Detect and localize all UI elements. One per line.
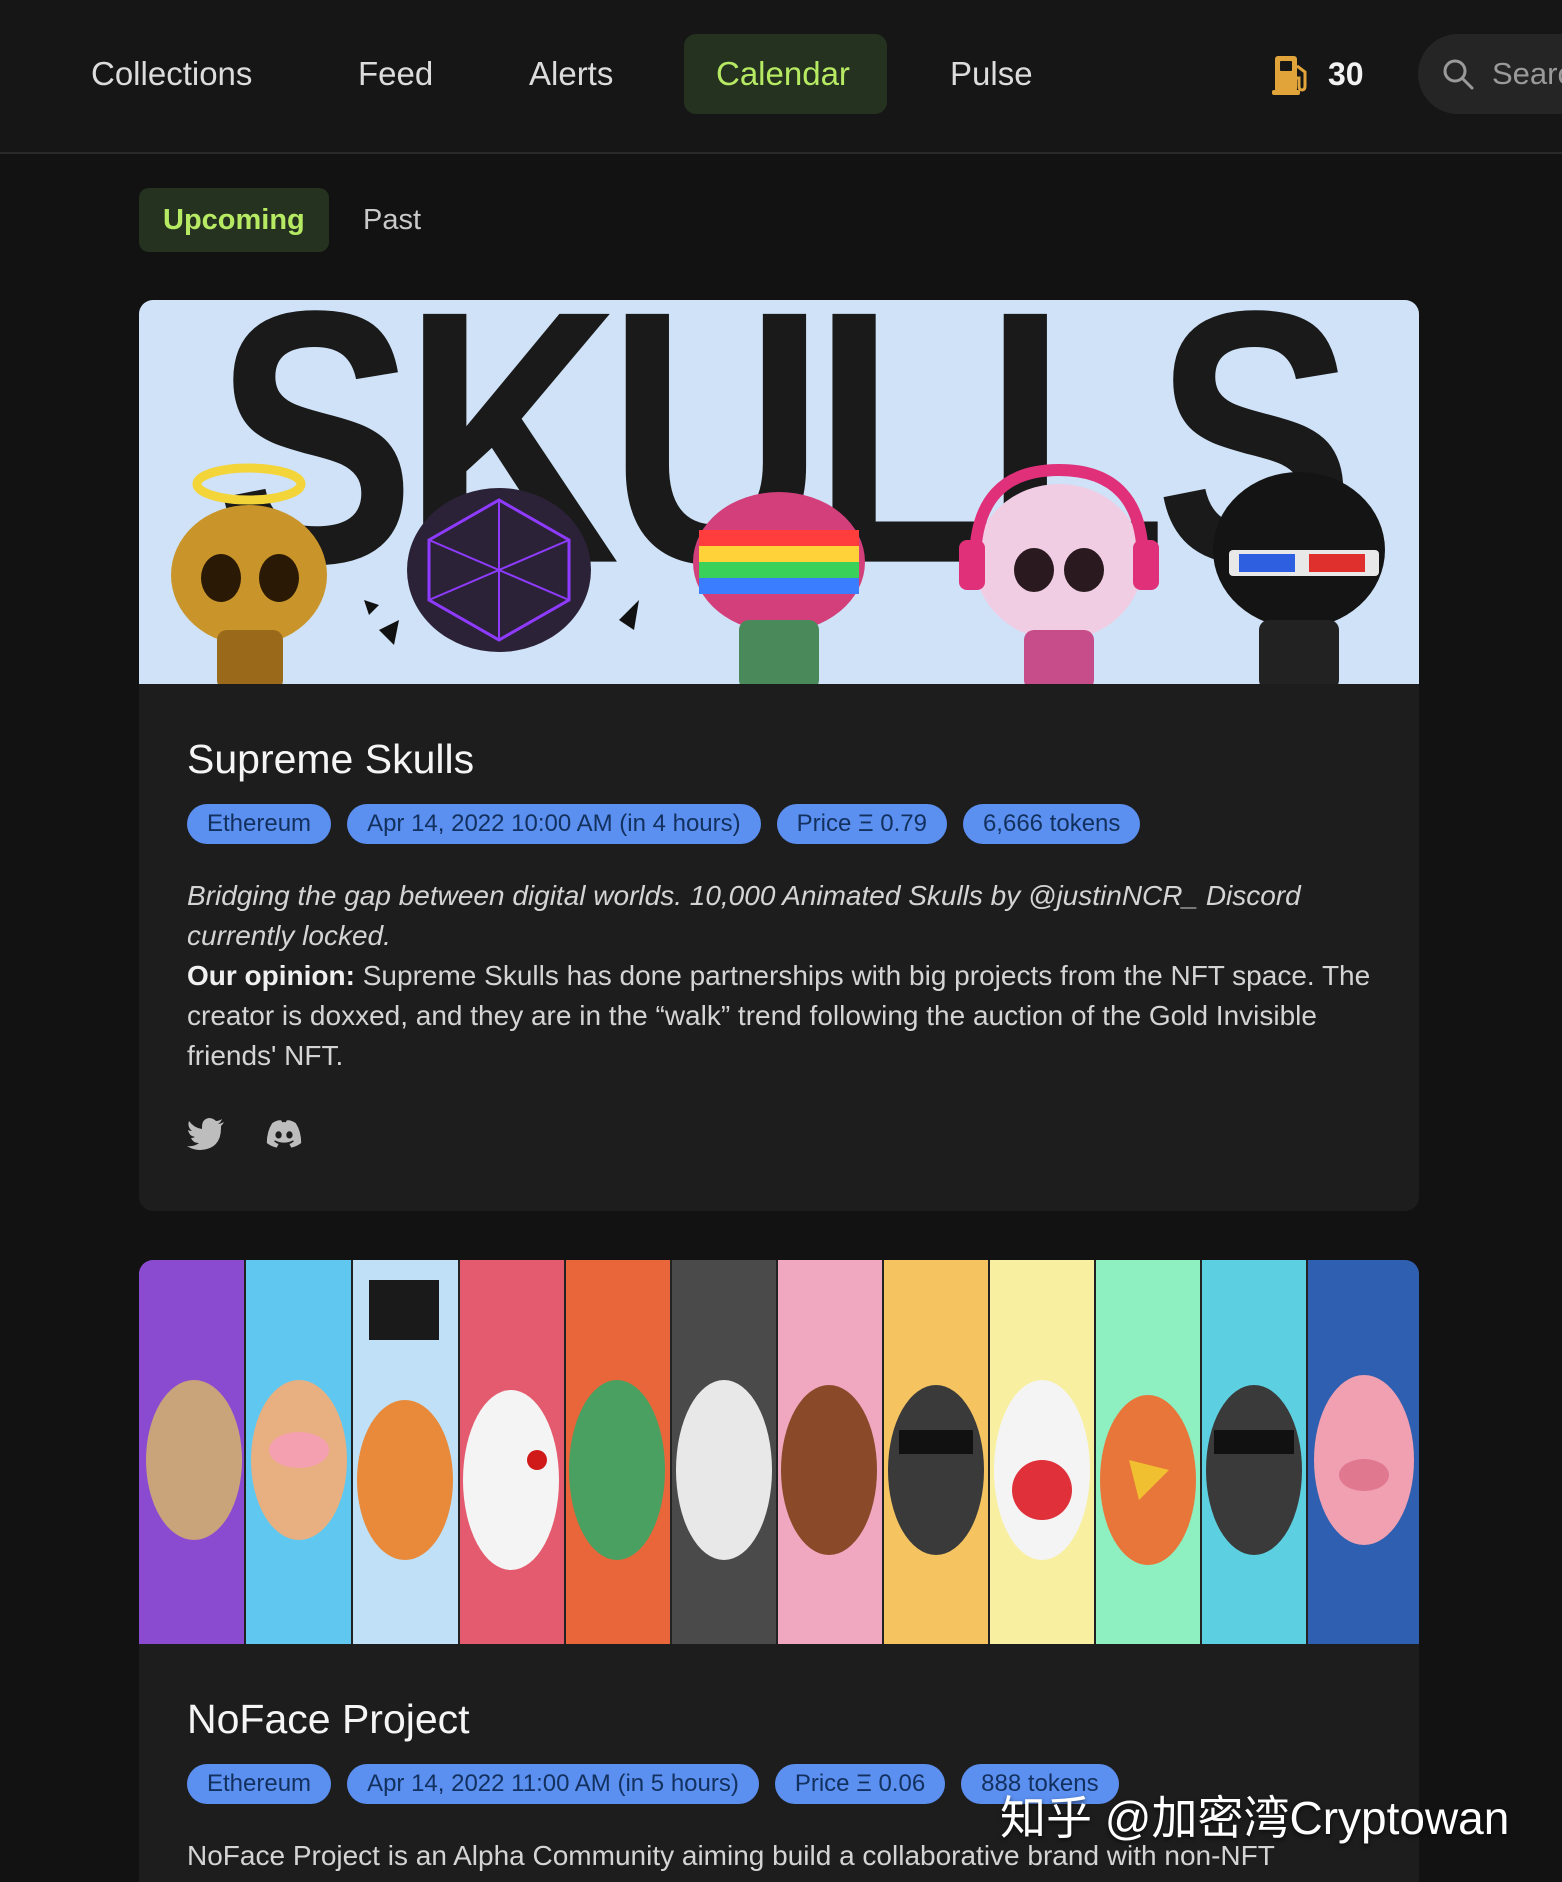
event-title[interactable]: NoFace Project	[187, 1696, 470, 1743]
event-banner	[139, 1260, 1419, 1644]
supply-badge: 6,666 tokens	[962, 804, 1141, 844]
watermark-text: 知乎 @加密湾Cryptowan	[1000, 1792, 1510, 1844]
event-card[interactable]: SKULLS Supreme Skulls Ethereum Apr 14, 2…	[139, 300, 1419, 1211]
opinion-text: Supreme Skulls has done partnerships wit…	[187, 960, 1371, 1071]
date-badge: Apr 14, 2022 11:00 AM (in 5 hours)	[347, 1764, 759, 1804]
nav-collections[interactable]: Collections	[91, 34, 252, 114]
price-badge: Price Ξ 0.06	[774, 1764, 946, 1804]
gas-value: 30	[1328, 55, 1364, 92]
search-icon	[1443, 59, 1474, 90]
top-navigation: Collections Feed Alerts Calendar Pulse 3…	[0, 0, 1562, 154]
social-links	[187, 1118, 303, 1150]
tab-past[interactable]: Past	[363, 188, 421, 252]
event-description: Bridging the gap between digital worlds.…	[187, 876, 1377, 1076]
nav-alerts[interactable]: Alerts	[529, 34, 613, 114]
opinion-label: Our opinion:	[187, 960, 355, 991]
gas-price-indicator[interactable]: 30	[1272, 52, 1364, 96]
event-badges: Ethereum Apr 14, 2022 10:00 AM (in 4 hou…	[187, 804, 1141, 844]
event-opinion: Our opinion: Supreme Skulls has done par…	[187, 956, 1377, 1076]
twitter-icon[interactable]	[187, 1118, 225, 1150]
date-badge: Apr 14, 2022 10:00 AM (in 4 hours)	[347, 804, 761, 844]
nav-feed[interactable]: Feed	[358, 34, 433, 114]
chain-badge: Ethereum	[187, 1764, 332, 1804]
event-title[interactable]: Supreme Skulls	[187, 736, 474, 783]
fuel-pump-icon	[1272, 56, 1307, 95]
nav-pulse[interactable]: Pulse	[950, 34, 1033, 114]
event-banner: SKULLS	[139, 300, 1419, 684]
discord-icon[interactable]	[265, 1118, 303, 1150]
search-input[interactable]: Searc	[1418, 34, 1562, 114]
price-badge: Price Ξ 0.79	[776, 804, 947, 844]
tab-upcoming[interactable]: Upcoming	[139, 188, 329, 252]
event-badges: Ethereum Apr 14, 2022 11:00 AM (in 5 hou…	[187, 1764, 1119, 1804]
nav-calendar[interactable]: Calendar	[684, 34, 887, 114]
search-placeholder: Searc	[1492, 56, 1562, 91]
skulls-banner-image: SKULLS	[171, 300, 1385, 684]
noface-banner-image	[139, 1260, 1419, 1644]
chain-badge: Ethereum	[187, 804, 332, 844]
event-tagline: Bridging the gap between digital worlds.…	[187, 880, 1301, 951]
